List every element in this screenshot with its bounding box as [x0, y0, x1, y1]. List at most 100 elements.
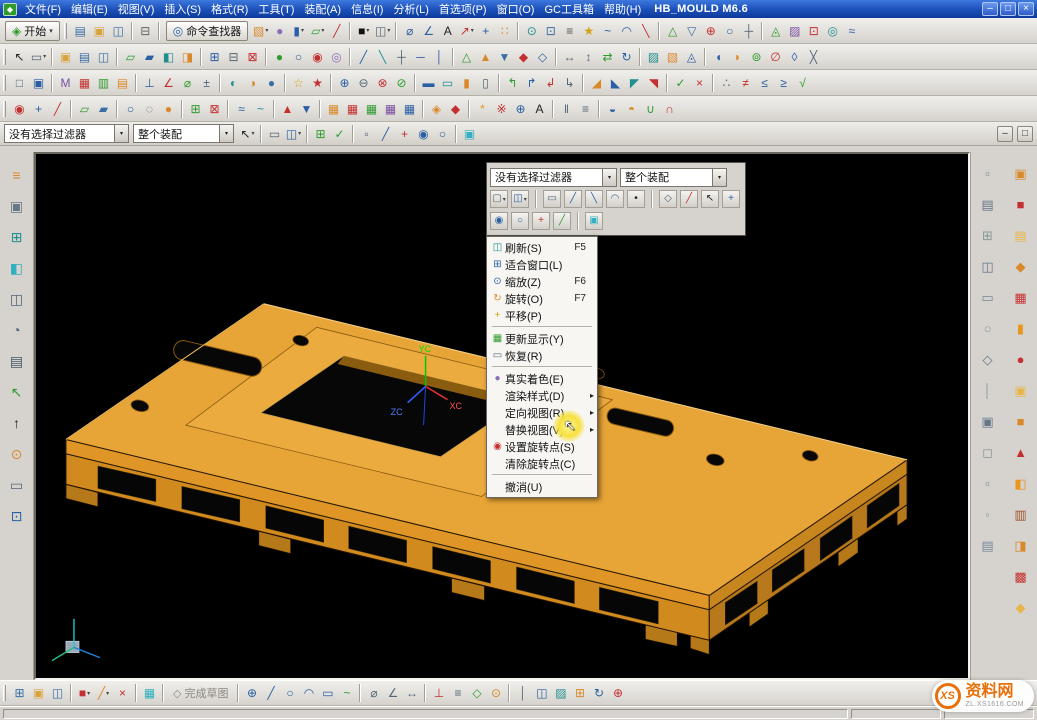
orient-cube-icon[interactable]: ▣: [585, 212, 603, 230]
dropdown-arrow-icon[interactable]: ▾: [503, 196, 506, 203]
start-menu-button[interactable]: ◈ 开始 ▾: [5, 21, 60, 41]
render-style-icon[interactable]: ◫▾: [373, 21, 392, 40]
hatch-a-icon[interactable]: ▨: [644, 47, 663, 66]
ring-icon[interactable]: ◎: [327, 47, 346, 66]
mold-a-icon[interactable]: ▦: [324, 99, 343, 118]
block-icon[interactable]: ▰: [94, 99, 113, 118]
extrude-icon[interactable]: ▧▾: [251, 21, 270, 40]
menubar-item[interactable]: 插入(S): [159, 0, 206, 18]
menubar-item[interactable]: 帮助(H): [599, 0, 646, 18]
delete-icon[interactable]: ×: [113, 684, 132, 703]
pad-icon[interactable]: ●: [159, 99, 178, 118]
intersect-icon[interactable]: ⊗: [373, 73, 392, 92]
lozenge-icon[interactable]: ◊: [785, 47, 804, 66]
revolve-icon[interactable]: ◬: [766, 21, 785, 40]
pencil-icon[interactable]: ╱▾: [94, 684, 113, 703]
cols-icon[interactable]: ▤: [113, 73, 132, 92]
arrow-tool-icon[interactable]: ↑: [6, 412, 28, 434]
diamond-b-icon[interactable]: ◇: [533, 47, 552, 66]
selection-scope-arrow-icon[interactable]: ▾: [219, 124, 234, 143]
leader-icon[interactable]: ↗▾: [457, 21, 476, 40]
context-menu-item[interactable]: ⊙缩放(Z)F6: [488, 273, 596, 290]
swatch-icon[interactable]: ■▾: [75, 684, 94, 703]
snap-tangent-icon[interactable]: ╱: [553, 212, 571, 230]
graphics-viewport[interactable]: YC XC ZC 没有选择过滤器 ▾: [34, 152, 970, 680]
side-tool-icon[interactable]: ◫: [977, 255, 999, 277]
snap-quadrant-icon[interactable]: ○: [433, 124, 452, 143]
side-tool-icon[interactable]: ◇: [977, 348, 999, 370]
close-button[interactable]: ×: [1018, 2, 1034, 16]
toolbar-grip[interactable]: [64, 23, 67, 39]
side-tool-icon[interactable]: ▫: [977, 472, 999, 494]
corner-d-icon[interactable]: ◥: [644, 73, 663, 92]
bar-d-icon[interactable]: ▯: [476, 73, 495, 92]
ball-icon[interactable]: ●: [262, 73, 281, 92]
mold-b-icon[interactable]: ▦: [343, 99, 362, 118]
snap-vertex-icon[interactable]: ◇: [659, 190, 677, 208]
dropdown-arrow-icon[interactable]: ▾: [301, 27, 304, 34]
mold-e-icon[interactable]: ▦: [400, 99, 419, 118]
lasso-icon[interactable]: ▭: [265, 124, 284, 143]
mold-d-icon[interactable]: ▦: [381, 99, 400, 118]
gem-b-icon[interactable]: ◆: [446, 99, 465, 118]
toolbar-grip[interactable]: [3, 75, 6, 91]
corner-b-icon[interactable]: ◣: [606, 73, 625, 92]
restore-button[interactable]: □: [1000, 2, 1016, 16]
context-menu-item[interactable]: ▭恢复(R): [488, 347, 596, 364]
snap-intersect-b-icon[interactable]: +: [532, 212, 550, 230]
mold-wizard-icon[interactable]: ▦: [1010, 286, 1032, 308]
corner-c-icon[interactable]: ◤: [625, 73, 644, 92]
delete-face-icon[interactable]: ⊠: [243, 47, 262, 66]
hole-icon[interactable]: ○: [720, 21, 739, 40]
dropdown-arrow-icon[interactable]: ▾: [471, 27, 474, 34]
swap-icon[interactable]: ⇄: [598, 47, 617, 66]
menubar-item[interactable]: 格式(R): [206, 0, 253, 18]
selection-filter-arrow-icon[interactable]: ▾: [114, 124, 129, 143]
spline-icon[interactable]: ~: [598, 21, 617, 40]
assembly-navigator-icon[interactable]: ◧: [6, 257, 28, 279]
system-window-icon[interactable]: ▣: [6, 195, 28, 217]
rotate-tool-icon[interactable]: ↻: [617, 47, 636, 66]
floating-filter-dropdown[interactable]: 没有选择过滤器 ▾: [490, 168, 617, 187]
double-circle-icon[interactable]: ⊚: [747, 47, 766, 66]
constraint-perp-icon[interactable]: ⊥: [429, 684, 448, 703]
bottom-grid-icon[interactable]: ⊞: [10, 684, 29, 703]
scope-icon[interactable]: ◫▾: [284, 124, 303, 143]
minimize-button[interactable]: –: [982, 2, 998, 16]
hd3d-icon[interactable]: ⊞: [6, 226, 28, 248]
context-menu-item[interactable]: ⊞适合窗口(L): [488, 256, 596, 273]
mesh-icon[interactable]: ▦: [75, 73, 94, 92]
split-icon[interactable]: ⊘: [392, 73, 411, 92]
boolean-icon[interactable]: ⊕: [701, 21, 720, 40]
select-cursor-icon[interactable]: ↖▾: [238, 124, 257, 143]
monitor-icon[interactable]: ⊡: [6, 505, 28, 527]
angle-icon[interactable]: ∠: [159, 73, 178, 92]
collapse-icon[interactable]: ⊟: [224, 47, 243, 66]
hatch-b-icon[interactable]: ▧: [663, 47, 682, 66]
greater-icon[interactable]: ≥: [774, 73, 793, 92]
grid-icon[interactable]: ⊞: [205, 47, 224, 66]
snap-line2-icon[interactable]: ╲: [585, 190, 603, 208]
menubar-item[interactable]: 文件(F): [20, 0, 66, 18]
reuse-library-icon[interactable]: ⊙: [6, 443, 28, 465]
blend-icon[interactable]: ≈: [232, 99, 251, 118]
menubar-item[interactable]: 窗口(O): [492, 0, 540, 18]
cross-icon[interactable]: ┼: [392, 47, 411, 66]
route-d-icon[interactable]: ↳: [560, 73, 579, 92]
v-line-icon[interactable]: │: [430, 47, 449, 66]
snap-grid-icon[interactable]: ⊞: [311, 124, 330, 143]
select-arrow-icon[interactable]: ↖: [10, 47, 29, 66]
reference-icon[interactable]: ◌: [140, 99, 159, 118]
line-a-icon[interactable]: ╱: [354, 47, 373, 66]
grid-snap-icon[interactable]: ⊞: [570, 684, 589, 703]
context-menu-item[interactable]: ◫刷新(S)F5: [488, 239, 596, 256]
menubar-item[interactable]: 视图(V): [113, 0, 160, 18]
open-icon[interactable]: ▣: [90, 21, 109, 40]
arc-tool-icon[interactable]: ◠: [299, 684, 318, 703]
color-swatch[interactable]: ■▾: [354, 21, 373, 40]
mold-wizard-icon[interactable]: ◨: [1010, 534, 1032, 556]
point-set-icon[interactable]: ●: [270, 47, 289, 66]
side-tool-icon[interactable]: ○: [977, 317, 999, 339]
datum-b-icon[interactable]: ▱: [75, 99, 94, 118]
emboss-icon[interactable]: ⊡: [804, 21, 823, 40]
